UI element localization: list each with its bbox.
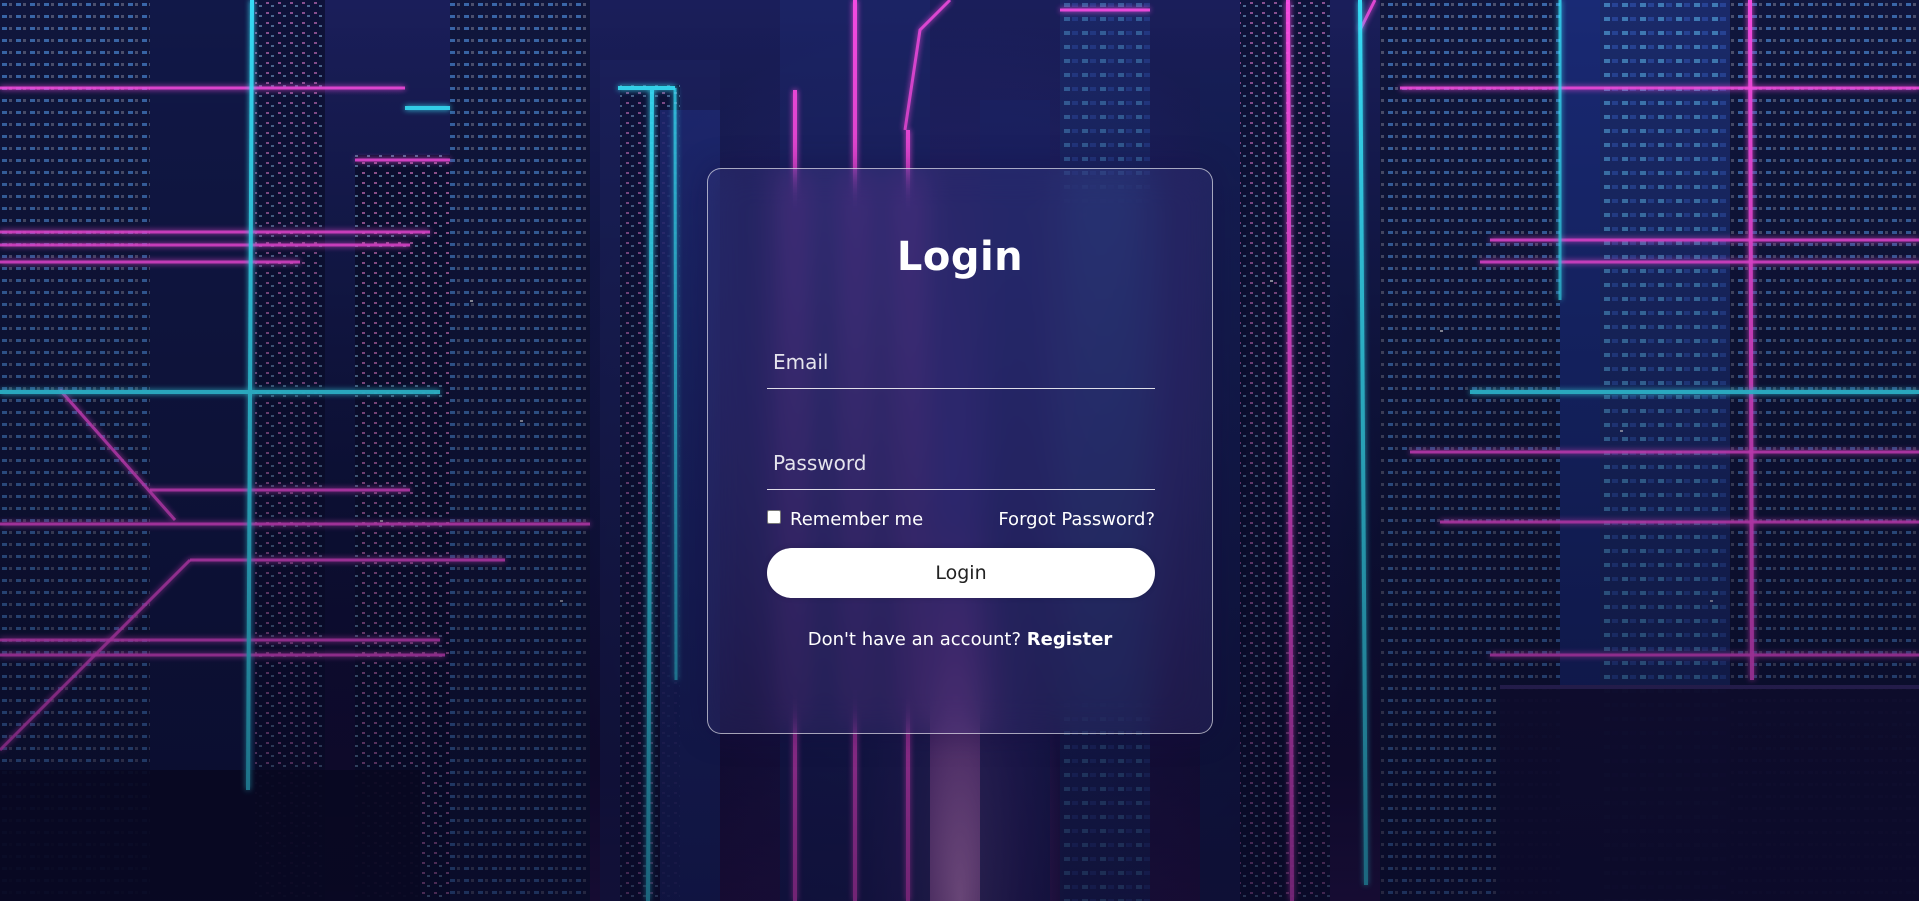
remember-row: Remember me Forgot Password?	[767, 507, 1155, 531]
background-scene: Login Remember me Forgot Password? Login…	[0, 0, 1919, 901]
register-link[interactable]: Register	[1027, 629, 1113, 650]
remember-me-checkbox[interactable]	[767, 510, 781, 524]
no-account-text: Don't have an account?	[807, 629, 1027, 650]
password-input[interactable]	[767, 437, 1155, 489]
email-field-wrapper	[767, 336, 1155, 389]
register-row: Don't have an account? Register	[708, 629, 1212, 650]
password-field-wrapper	[767, 437, 1155, 490]
remember-me-label: Remember me	[790, 508, 924, 530]
login-button[interactable]: Login	[767, 548, 1155, 598]
forgot-password-link[interactable]: Forgot Password?	[998, 509, 1155, 530]
email-input[interactable]	[767, 336, 1155, 388]
remember-me-option[interactable]: Remember me	[767, 509, 923, 530]
login-title: Login	[896, 234, 1024, 280]
login-card: Login Remember me Forgot Password? Login…	[707, 168, 1213, 734]
